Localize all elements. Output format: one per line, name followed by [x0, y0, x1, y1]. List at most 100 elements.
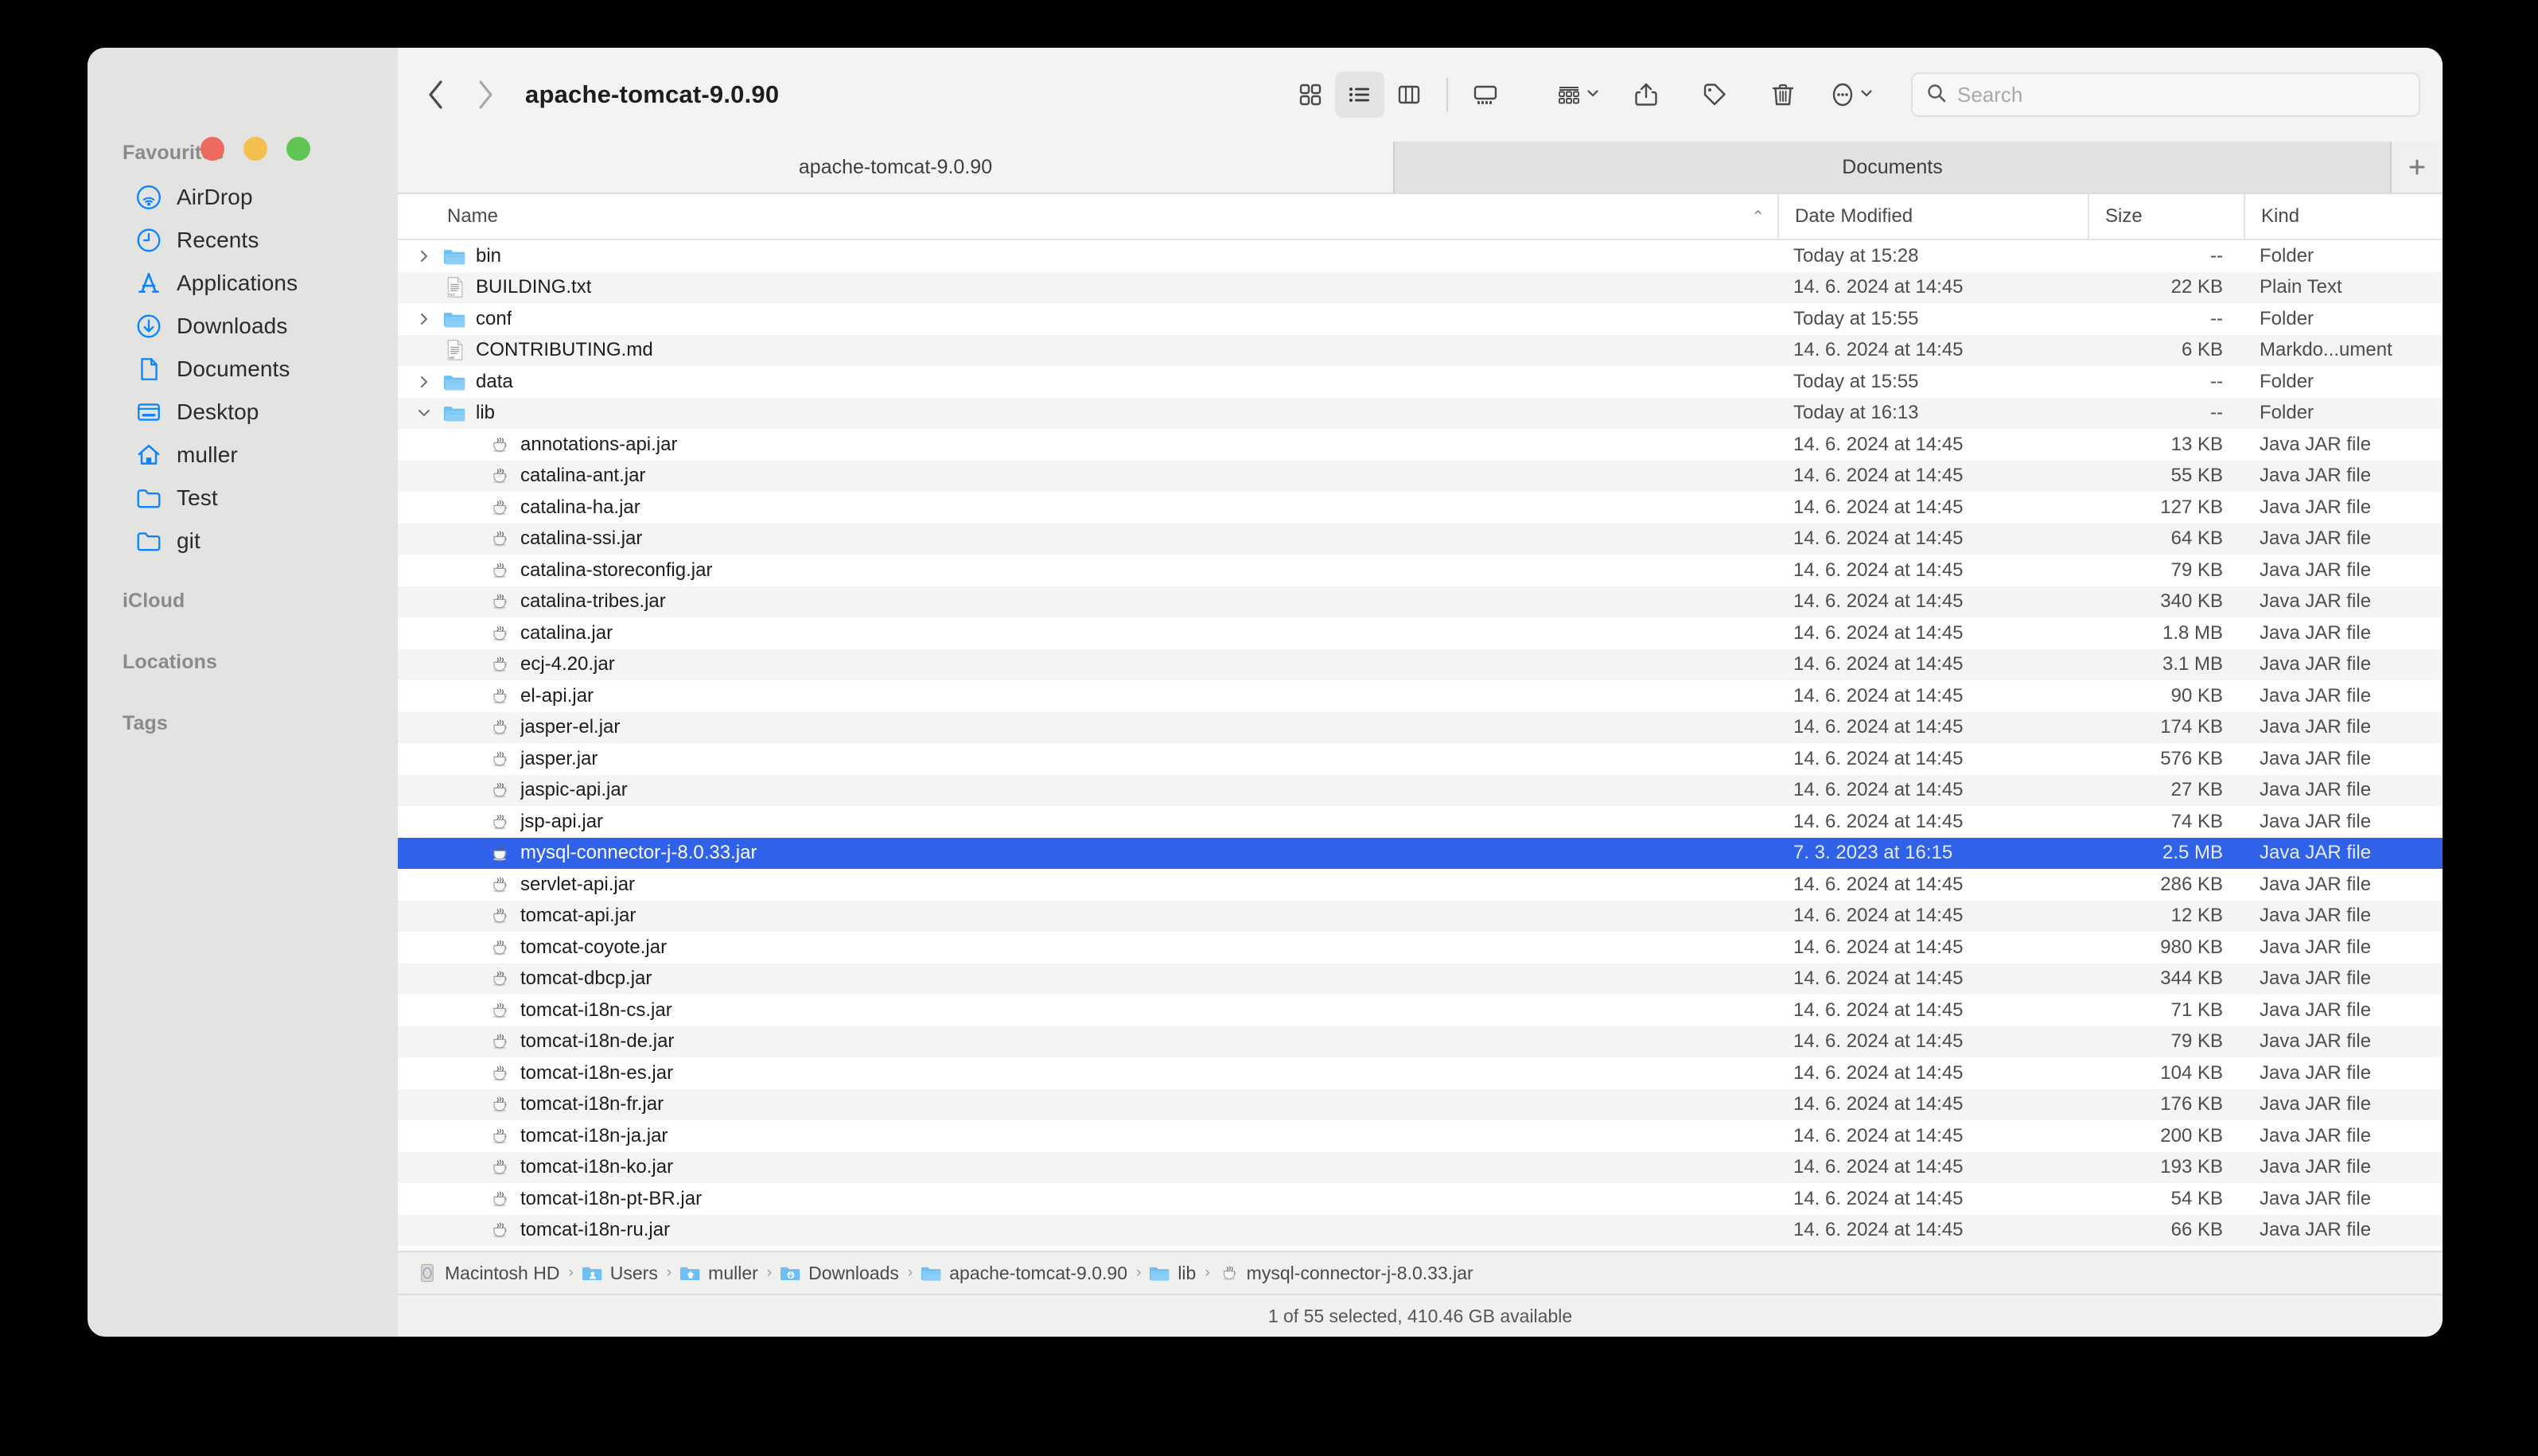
breadcrumb-item-muller[interactable]: muller [680, 1263, 758, 1284]
column-header-name[interactable]: Name ⌃ [398, 194, 1777, 239]
table-row[interactable]: tomcat-i18n-de.jar 14. 6. 2024 at 14:45 79… [398, 1026, 2443, 1057]
breadcrumb-item-apache-tomcat-9-0-90[interactable]: apache-tomcat-9.0.90 [921, 1263, 1127, 1284]
new-tab-button[interactable] [2390, 142, 2443, 193]
sidebar-item-git[interactable]: git [102, 520, 383, 563]
table-row[interactable]: catalina-tribes.jar 14. 6. 2024 at 14:45 3… [398, 586, 2443, 617]
tab-documents[interactable]: Documents [1393, 142, 2390, 193]
table-row[interactable]: tomcat-i18n-ja.jar 14. 6. 2024 at 14:45 20… [398, 1120, 2443, 1152]
table-row[interactable]: tomcat-i18n-fr.jar 14. 6. 2024 at 14:45 17… [398, 1088, 2443, 1120]
disclosure-triangle[interactable] [414, 374, 434, 390]
file-name-cell[interactable]: tomcat-dbcp.jar [398, 967, 1777, 990]
table-row[interactable]: tomcat-i18n-ru.jar 14. 6. 2024 at 14:45 66… [398, 1214, 2443, 1246]
file-name-cell[interactable]: el-api.jar [398, 685, 1777, 707]
sidebar-item-muller[interactable]: muller [102, 434, 383, 477]
file-name-cell[interactable]: catalina-tribes.jar [398, 590, 1777, 613]
share-button[interactable] [1621, 72, 1671, 118]
breadcrumb-item-downloads[interactable]: Downloads [780, 1263, 899, 1284]
file-name-cell[interactable]: tomcat-coyote.jar [398, 936, 1777, 959]
gallery-view-button[interactable] [1461, 72, 1510, 118]
icon-view-button[interactable] [1286, 72, 1335, 118]
breadcrumb-item-users[interactable]: Users [582, 1263, 658, 1284]
table-row[interactable]: catalina-ssi.jar 14. 6. 2024 at 14:45 64 K… [398, 523, 2443, 555]
tab-apache-tomcat-9-0-90[interactable]: apache-tomcat-9.0.90 [398, 142, 1393, 193]
sidebar-item-recents[interactable]: Recents [102, 219, 383, 262]
column-header-kind[interactable]: Kind [2244, 194, 2443, 239]
list-view-button[interactable] [1335, 72, 1384, 118]
file-name-cell[interactable]: tomcat-i18n-fr.jar [398, 1093, 1777, 1115]
search-input[interactable] [1957, 82, 2406, 107]
sidebar-item-desktop[interactable]: Desktop [102, 391, 383, 434]
table-row[interactable]: data Today at 15:55 -- Folder [398, 366, 2443, 398]
table-row[interactable]: lib Today at 16:13 -- Folder [398, 397, 2443, 429]
table-row[interactable]: bin Today at 15:28 -- Folder [398, 240, 2443, 272]
search-field[interactable] [1911, 72, 2420, 117]
file-name-cell[interactable]: tomcat-i18n-ru.jar [398, 1219, 1777, 1241]
table-row[interactable]: TXT BUILDING.txt 14. 6. 2024 at 14:45 22 KB… [398, 271, 2443, 303]
file-name-cell[interactable]: annotations-api.jar [398, 434, 1777, 456]
table-row[interactable]: catalina-storeconfig.jar 14. 6. 2024 at 1… [398, 555, 2443, 586]
column-header-size[interactable]: Size [2088, 194, 2244, 239]
column-view-button[interactable] [1384, 72, 1434, 118]
file-name-cell[interactable]: jasper.jar [398, 748, 1777, 770]
file-name-cell[interactable]: TXT BUILDING.txt [398, 276, 1777, 298]
table-row[interactable]: conf Today at 15:55 -- Folder [398, 303, 2443, 335]
file-name-cell[interactable]: tomcat-api.jar [398, 905, 1777, 927]
table-row[interactable]: el-api.jar 14. 6. 2024 at 14:45 90 KB Java … [398, 680, 2443, 712]
file-name-cell[interactable]: tomcat-i18n-pt-BR.jar [398, 1188, 1777, 1210]
disclosure-triangle[interactable] [414, 248, 434, 264]
file-name-cell[interactable]: tomcat-i18n-ja.jar [398, 1125, 1777, 1147]
back-button[interactable] [414, 72, 458, 117]
table-row[interactable]: jaspic-api.jar 14. 6. 2024 at 14:45 27 KB J… [398, 774, 2443, 806]
table-row[interactable]: tomcat-i18n-es.jar 14. 6. 2024 at 14:45 10… [398, 1057, 2443, 1089]
file-name-cell[interactable]: conf [398, 308, 1777, 330]
column-header-date-modified[interactable]: Date Modified [1777, 194, 2088, 239]
table-row[interactable]: annotations-api.jar 14. 6. 2024 at 14:45 1… [398, 429, 2443, 461]
file-name-cell[interactable]: MD CONTRIBUTING.md [398, 339, 1777, 361]
file-name-cell[interactable]: catalina-ha.jar [398, 496, 1777, 519]
file-name-cell[interactable]: mysql-connector-j-8.0.33.jar [398, 842, 1777, 864]
table-row[interactable]: tomcat-api.jar 14. 6. 2024 at 14:45 12 KB J… [398, 900, 2443, 932]
file-name-cell[interactable]: bin [398, 245, 1777, 267]
close-button[interactable] [200, 137, 224, 161]
file-name-cell[interactable]: catalina.jar [398, 622, 1777, 644]
file-list[interactable]: bin Today at 15:28 -- Folder TXT BUILDING.txt… [398, 240, 2443, 1251]
file-name-cell[interactable]: catalina-ant.jar [398, 465, 1777, 487]
file-name-cell[interactable]: lib [398, 402, 1777, 424]
table-row[interactable]: tomcat-i18n-pt-BR.jar 14. 6. 2024 at 14:4… [398, 1183, 2443, 1215]
group-by-button[interactable] [1553, 72, 1602, 118]
file-name-cell[interactable]: tomcat-i18n-cs.jar [398, 999, 1777, 1022]
forward-button[interactable] [463, 72, 508, 117]
breadcrumb-item-mysql-connector-j-8-0-33-jar[interactable]: mysql-connector-j-8.0.33.jar [1219, 1263, 1473, 1284]
sidebar-item-airdrop[interactable]: AirDrop [102, 176, 383, 219]
table-row[interactable]: mysql-connector-j-8.0.33.jar 7. 3. 2023 a… [398, 837, 2443, 869]
file-name-cell[interactable]: ecj-4.20.jar [398, 653, 1777, 675]
table-row[interactable]: tomcat-coyote.jar 14. 6. 2024 at 14:45 980… [398, 932, 2443, 964]
table-row[interactable]: catalina.jar 14. 6. 2024 at 14:45 1.8 MB Ja… [398, 617, 2443, 649]
table-row[interactable]: servlet-api.jar 14. 6. 2024 at 14:45 286 K… [398, 869, 2443, 901]
table-row[interactable]: jsp-api.jar 14. 6. 2024 at 14:45 74 KB Java… [398, 806, 2443, 838]
maximize-button[interactable] [286, 137, 310, 161]
file-name-cell[interactable]: jsp-api.jar [398, 811, 1777, 833]
file-name-cell[interactable]: jaspic-api.jar [398, 779, 1777, 801]
breadcrumb-item-lib[interactable]: lib [1150, 1263, 1196, 1284]
more-options-button[interactable] [1827, 72, 1876, 118]
file-name-cell[interactable]: tomcat-i18n-de.jar [398, 1030, 1777, 1053]
sidebar-item-documents[interactable]: Documents [102, 348, 383, 391]
file-name-cell[interactable]: servlet-api.jar [398, 874, 1777, 896]
file-name-cell[interactable]: catalina-storeconfig.jar [398, 559, 1777, 582]
file-name-cell[interactable]: catalina-ssi.jar [398, 528, 1777, 550]
table-row[interactable]: tomcat-i18n-cs.jar 14. 6. 2024 at 14:45 71… [398, 995, 2443, 1026]
breadcrumb-item-macintosh-hd[interactable]: Macintosh HD [417, 1263, 559, 1284]
disclosure-triangle[interactable] [414, 405, 434, 421]
file-name-cell[interactable]: jasper-el.jar [398, 716, 1777, 738]
sidebar-item-downloads[interactable]: Downloads [102, 305, 383, 348]
sidebar-item-test[interactable]: Test [102, 477, 383, 520]
file-name-cell[interactable]: tomcat-i18n-ko.jar [398, 1156, 1777, 1178]
table-row[interactable]: catalina-ha.jar 14. 6. 2024 at 14:45 127 K… [398, 492, 2443, 524]
table-row[interactable]: jasper-el.jar 14. 6. 2024 at 14:45 174 KB J… [398, 711, 2443, 743]
table-row[interactable]: tomcat-i18n-ko.jar 14. 6. 2024 at 14:45 19… [398, 1151, 2443, 1183]
minimize-button[interactable] [243, 137, 267, 161]
disclosure-triangle[interactable] [414, 311, 434, 327]
table-row[interactable]: jasper.jar 14. 6. 2024 at 14:45 576 KB Java… [398, 743, 2443, 775]
table-row[interactable]: tomcat-dbcp.jar 14. 6. 2024 at 14:45 344 K… [398, 963, 2443, 995]
